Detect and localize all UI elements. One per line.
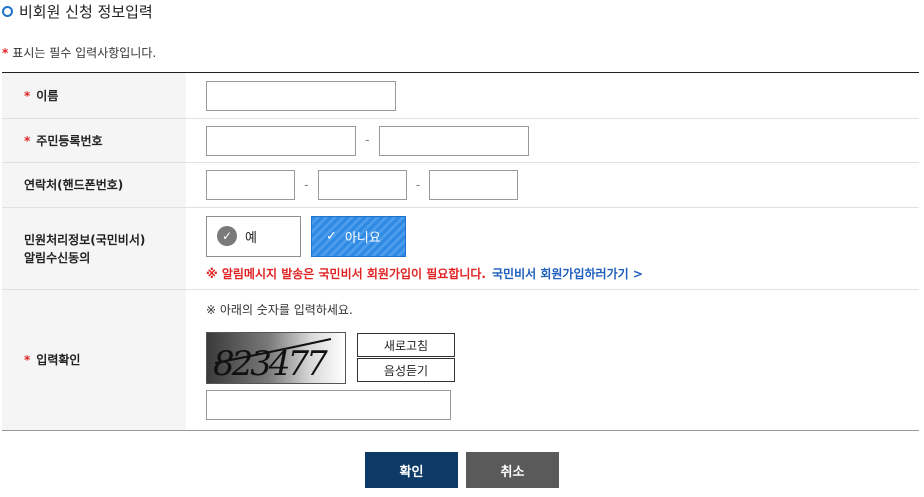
name-label: * 이름 [2, 73, 186, 118]
phone-label: 연락처(핸드폰번호) [2, 163, 186, 207]
phone-dash-2: - [415, 177, 421, 193]
captcha-code: 823477 [213, 344, 328, 384]
captcha-guide: ※ 아래의 숫자를 입력하세요. [206, 302, 353, 317]
captcha-drawing: 823477 [213, 337, 332, 384]
section-title-text: 비회원 신청 정보입력 [19, 2, 153, 21]
rrn-value-cell: - [186, 119, 919, 162]
name-value-cell [186, 73, 919, 118]
agree-yes-button[interactable]: ✓ 예 [206, 215, 301, 257]
name-input[interactable] [206, 80, 396, 111]
phone-label-text: 연락처(핸드폰번호) [24, 178, 124, 192]
captcha-label-text: 입력확인 [36, 353, 81, 367]
captcha-label: * 입력확인 [2, 290, 186, 430]
required-note-text: 표시는 필수 입력사항입니다. [12, 46, 157, 60]
agree-value-cell: ✓ 예 ✓ 아니요 ※ 알림메시지 발송은 국민비서 회원가입이 필요합니다. … [186, 208, 919, 289]
required-star-icon: * [24, 133, 31, 148]
rrn-label-text: 주민등록번호 [36, 133, 103, 148]
agree-no-button[interactable]: ✓ 아니요 [311, 215, 406, 257]
phone-value-cell: - - [186, 163, 919, 207]
section-title: 비회원 신청 정보입력 [2, 0, 153, 22]
phone-part3-input[interactable] [429, 170, 519, 200]
phone-dash-1: - [304, 177, 309, 193]
agree-label: 민원처리정보(국민비서) 알림수신동의 [2, 208, 186, 289]
application-form: * 이름 * 주민등록번호 - 연락처(핸드폰번호) - - 민원처리정보(국민… [2, 72, 919, 431]
rrn-back-input[interactable] [378, 125, 529, 156]
agree-label-line1: 민원처리정보(국민비서) [24, 232, 146, 247]
join-link[interactable]: 국민비서 회원가입하러가기 > [492, 265, 643, 282]
agree-label-line2: 알림수신동의 [24, 250, 91, 265]
action-buttons: 확인 취소 [0, 452, 924, 488]
row-captcha: * 입력확인 ※ 아래의 숫자를 입력하세요. 823477 새로고침 음성듣기 [2, 290, 919, 430]
agree-yes-label: 예 [245, 230, 257, 246]
confirm-button[interactable]: 확인 [365, 452, 458, 488]
rrn-dash: - [365, 133, 370, 148]
phone-part1-input[interactable] [206, 170, 295, 200]
captcha-audio-button[interactable]: 음성듣기 [357, 358, 455, 382]
row-name: * 이름 [2, 73, 919, 119]
agree-notice: ※ 알림메시지 발송은 국민비서 회원가입이 필요합니다. 국민비서 회원가입하… [206, 265, 643, 282]
row-phone: 연락처(핸드폰번호) - - [2, 163, 919, 208]
name-label-text: 이름 [36, 88, 59, 103]
required-note: * 표시는 필수 입력사항입니다. [2, 44, 156, 61]
captcha-refresh-button[interactable]: 새로고침 [357, 333, 455, 357]
cancel-button[interactable]: 취소 [466, 452, 559, 488]
check-icon: ✓ [326, 228, 337, 244]
captcha-value-cell: ※ 아래의 숫자를 입력하세요. 823477 새로고침 음성듣기 [186, 290, 919, 430]
phone-part2-input[interactable] [317, 170, 407, 200]
row-rrn: * 주민등록번호 - [2, 119, 919, 163]
rrn-label: * 주민등록번호 [2, 119, 186, 162]
required-star-icon: * [2, 45, 9, 60]
required-star-icon: * [24, 353, 31, 367]
circle-bullet-icon [2, 5, 13, 17]
captcha-image: 823477 [206, 331, 346, 384]
agree-no-label: 아니요 [344, 230, 381, 246]
agree-notice-text: ※ 알림메시지 발송은 국민비서 회원가입이 필요합니다. [206, 266, 486, 281]
row-agree: 민원처리정보(국민비서) 알림수신동의 ✓ 예 ✓ 아니요 ※ 알림메시지 발송… [2, 208, 919, 290]
captcha-input[interactable] [206, 389, 451, 420]
rrn-front-input[interactable] [206, 125, 356, 156]
check-circle-icon: ✓ [217, 226, 237, 246]
required-star-icon: * [24, 88, 31, 103]
